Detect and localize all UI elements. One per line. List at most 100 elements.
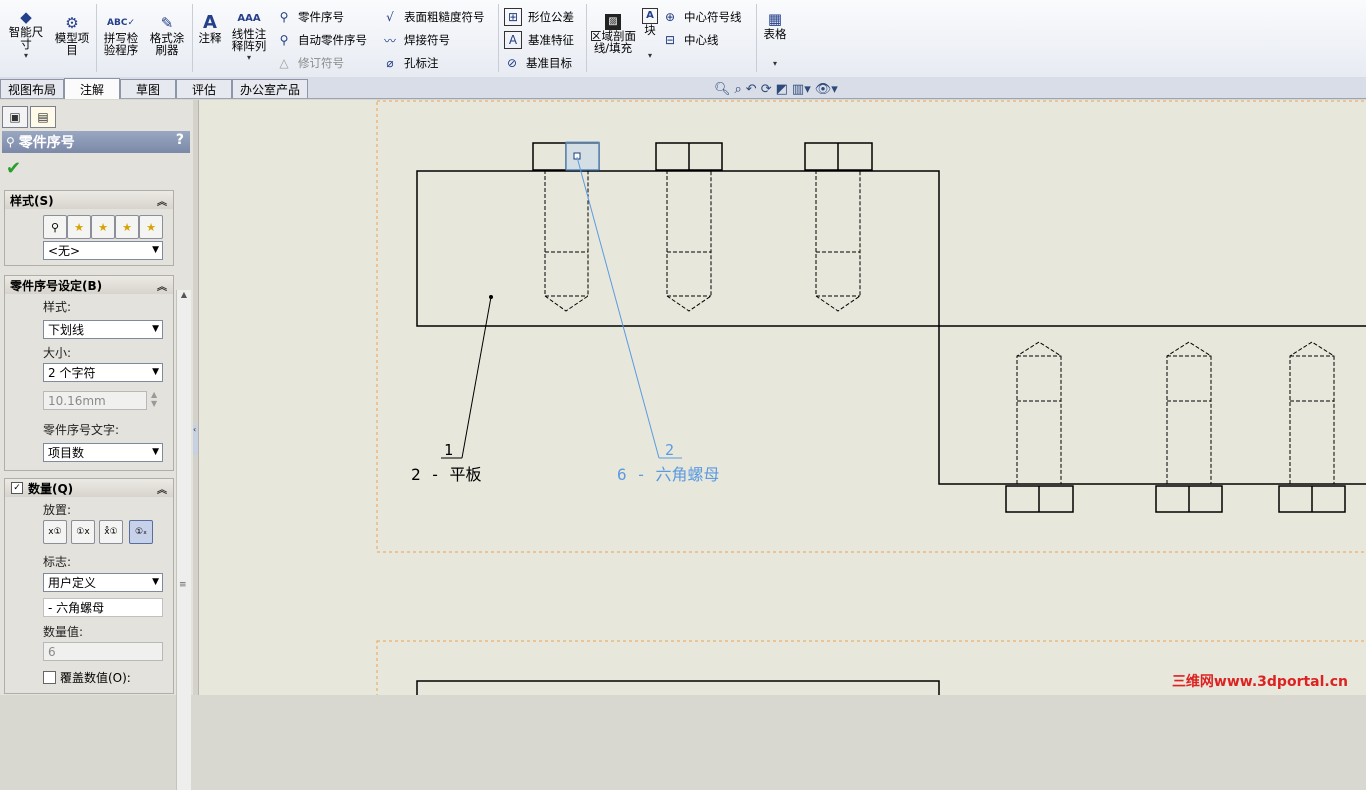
denotation-select[interactable]: 用户定义 ▼: [43, 573, 163, 592]
zoom-to-fit-icon[interactable]: 🔍︎: [714, 82, 731, 97]
gdt-button[interactable]: ⊞ 形位公差: [504, 7, 574, 27]
tab-annotation[interactable]: 注解: [64, 78, 120, 99]
previous-view-icon[interactable]: ↶: [746, 82, 757, 97]
add-style-icon[interactable]: ★: [67, 215, 91, 239]
zoom-area-icon[interactable]: ⌕: [735, 82, 742, 97]
hide-show-icon[interactable]: 👁︎▾: [815, 82, 838, 97]
watermark-logo: 三维网www.3dportal.cn: [1171, 674, 1348, 690]
area-hatch-button[interactable]: ▨ 区域剖面线/填充: [590, 14, 636, 54]
size-spinner-icon[interactable]: ▲ ▼: [151, 390, 157, 408]
placement-top-icon[interactable]: x̊①: [99, 520, 123, 544]
note-button[interactable]: A 注释: [196, 14, 224, 45]
save-style-icon[interactable]: ★: [115, 215, 139, 239]
table-button[interactable]: ▦ 表格 ▾: [760, 10, 790, 70]
block-label: 块: [644, 23, 656, 37]
denotation-label: 标志:: [43, 555, 72, 569]
override-checkbox[interactable]: [43, 671, 56, 684]
balloon-text-label: 零件序号文字:: [43, 423, 120, 437]
selected-nut-face[interactable]: [565, 141, 600, 171]
weld-symbol-button[interactable]: 〰 焊接符号: [382, 30, 450, 50]
bolt-2[interactable]: [655, 142, 723, 312]
command-tabs: 视图布局 注解 草图 评估 办公室产品: [0, 77, 1366, 99]
balloon-1[interactable]: 1 2 - 平板: [411, 295, 493, 484]
surface-finish-button[interactable]: √ 表面粗糙度符号: [382, 7, 484, 27]
tab-office-products[interactable]: 办公室产品: [232, 79, 308, 98]
bolt-3[interactable]: [804, 142, 873, 312]
delete-style-icon[interactable]: ★: [91, 215, 115, 239]
scroll-up-icon[interactable]: ▲: [177, 290, 191, 299]
datum-target-icon: ⊘: [506, 56, 518, 70]
rebuild-icon[interactable]: ⟳: [761, 82, 772, 97]
balloon-text-select[interactable]: 项目数 ▼: [43, 443, 163, 462]
quantity-checkbox[interactable]: ✓: [11, 482, 23, 494]
size-label: 大小:: [43, 346, 72, 360]
ok-check-icon[interactable]: ✔: [6, 158, 21, 179]
custom-denotation-input[interactable]: - 六角螺母: [43, 598, 163, 617]
hole-callout-button[interactable]: ⌀ 孔标注: [382, 53, 438, 73]
format-painter-button[interactable]: ✎ 格式涂刷器: [146, 14, 188, 57]
balloon-2[interactable]: 2 6 - 六角螺母: [576, 156, 720, 484]
gdt-icon: ⊞: [504, 8, 522, 26]
bolt-4[interactable]: [1005, 341, 1074, 513]
placement-bottom-icon[interactable]: ①ₓ: [129, 520, 153, 544]
custom-size-input[interactable]: 10.16mm: [43, 391, 147, 410]
linear-note-pattern-button[interactable]: AAA 线性注释阵列 ▾: [228, 10, 270, 64]
collapse-panel-icon[interactable]: ‹: [193, 425, 198, 455]
dropdown-arrow-icon: ▾: [246, 53, 251, 62]
panel-tabs: ▣ ▤: [2, 106, 56, 128]
drawing-sheet[interactable]: 1 2 - 平板 2 6 - 六角螺母: [199, 100, 1366, 695]
plate-outline[interactable]: [416, 170, 940, 327]
bolt-1[interactable]: [532, 141, 600, 312]
datum-feature-label: 基准特征: [528, 33, 574, 47]
balloon-text-value: 项目数: [48, 446, 85, 460]
quantity-value-input[interactable]: 6: [43, 642, 163, 661]
balloon-icon: ⚲: [279, 10, 289, 24]
tab-evaluate[interactable]: 评估: [176, 79, 232, 98]
display-style-icon[interactable]: ▥▾: [792, 82, 811, 97]
collapse-icon[interactable]: ︽: [157, 278, 167, 293]
model-items-button[interactable]: ⚙ 模型项目: [52, 14, 92, 57]
property-manager-tab-icon[interactable]: ▤: [30, 106, 56, 128]
tab-label: 视图布局: [7, 82, 56, 97]
help-button[interactable]: ?: [176, 132, 184, 148]
spell-check-button[interactable]: ABC✓ 拼写检验程序: [100, 14, 142, 56]
smart-dimension-button[interactable]: ◆ 智能尺寸 ▾: [6, 8, 46, 62]
datum-target-button[interactable]: ⊘ 基准目标: [504, 53, 572, 73]
datum-feature-button[interactable]: A 基准特征: [504, 30, 574, 50]
centerline-button[interactable]: ⊟ 中心线: [662, 30, 719, 50]
collapse-icon[interactable]: ︽: [157, 193, 167, 208]
area-hatch-label: 区域剖面线/填充: [590, 29, 636, 55]
surface-finish-icon: √: [386, 10, 394, 24]
block-button[interactable]: A 块 ▾: [639, 8, 661, 62]
panel-scrollbar[interactable]: ▲ ≡: [176, 290, 191, 790]
feature-tree-tab-icon[interactable]: ▣: [2, 106, 28, 128]
section-view-icon[interactable]: ◩: [776, 82, 788, 97]
collapse-icon[interactable]: ︽: [157, 481, 167, 496]
note-label: 注释: [198, 31, 222, 45]
revision-symbol-button[interactable]: △ 修订符号: [276, 53, 344, 73]
tab-sketch[interactable]: 草图: [120, 79, 176, 98]
center-mark-button[interactable]: ⊕ 中心符号线: [662, 7, 742, 27]
placement-right-icon[interactable]: ①x: [71, 520, 95, 544]
tab-view-layout[interactable]: 视图布局: [0, 79, 64, 98]
drawing-canvas[interactable]: 1 2 - 平板 2 6 - 六角螺母 三维网www.3dportal.cn: [199, 100, 1366, 695]
balloon-size-select[interactable]: 2 个字符 ▼: [43, 363, 163, 382]
placement-left-icon[interactable]: x①: [43, 520, 67, 544]
separator: [586, 4, 587, 72]
quantity-group-header[interactable]: ✓ 数量(Q) ︽: [5, 479, 173, 497]
balloon-button[interactable]: ⚲ 零件序号: [276, 7, 344, 27]
override-value-option[interactable]: 覆盖数值(O):: [43, 669, 131, 686]
load-style-icon[interactable]: ★: [139, 215, 163, 239]
bolt-5[interactable]: [1155, 341, 1223, 513]
style-group-header[interactable]: 样式(S) ︽: [5, 191, 173, 209]
balloon-label: 零件序号: [298, 10, 344, 24]
bolt-6[interactable]: [1278, 341, 1346, 513]
balloon-settings-header[interactable]: 零件序号设定(B) ︽: [5, 276, 173, 294]
balloon-style-select[interactable]: 下划线 ▼: [43, 320, 163, 339]
separator: [96, 4, 97, 72]
weld-symbol-icon: 〰: [383, 33, 396, 48]
scroll-grip-icon[interactable]: ≡: [179, 580, 187, 590]
auto-balloon-button[interactable]: ⚲ 自动零件序号: [276, 30, 367, 50]
apply-style-icon[interactable]: ⚲: [43, 215, 67, 239]
style-select[interactable]: <无> ▼: [43, 241, 163, 260]
